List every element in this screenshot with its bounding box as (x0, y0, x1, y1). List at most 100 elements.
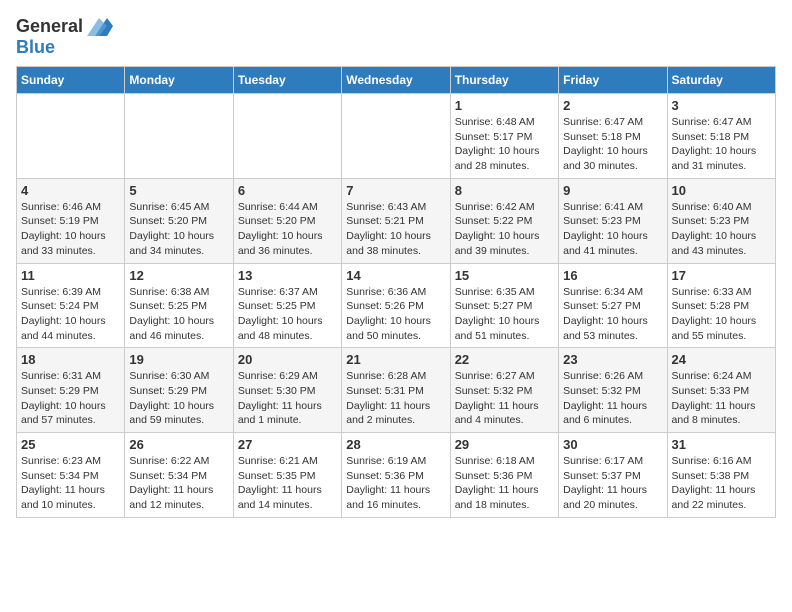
day-number: 27 (238, 437, 337, 452)
day-number: 26 (129, 437, 228, 452)
calendar-cell: 17 Sunrise: 6:33 AMSunset: 5:28 PMDayligh… (667, 263, 775, 348)
day-info: Sunrise: 6:44 AMSunset: 5:20 PMDaylight:… (238, 200, 337, 259)
weekday-header: Saturday (667, 67, 775, 94)
day-number: 7 (346, 183, 445, 198)
calendar-cell: 19 Sunrise: 6:30 AMSunset: 5:29 PMDayligh… (125, 348, 233, 433)
day-info: Sunrise: 6:24 AMSunset: 5:33 PMDaylight:… (672, 369, 771, 428)
day-info: Sunrise: 6:43 AMSunset: 5:21 PMDaylight:… (346, 200, 445, 259)
calendar-cell: 4 Sunrise: 6:46 AMSunset: 5:19 PMDaylight… (17, 178, 125, 263)
day-number: 20 (238, 352, 337, 367)
day-info: Sunrise: 6:16 AMSunset: 5:38 PMDaylight:… (672, 454, 771, 513)
calendar-cell: 2Sunrise: 6:47 AMSunset: 5:18 PMDaylight… (559, 94, 667, 179)
day-info: Sunrise: 6:42 AMSunset: 5:22 PMDaylight:… (455, 200, 554, 259)
day-number: 23 (563, 352, 662, 367)
calendar-cell: 25 Sunrise: 6:23 AMSunset: 5:34 PMDayligh… (17, 433, 125, 518)
day-info: Sunrise: 6:40 AMSunset: 5:23 PMDaylight:… (672, 200, 771, 259)
calendar-cell: 20 Sunrise: 6:29 AMSunset: 5:30 PMDayligh… (233, 348, 341, 433)
calendar-cell: 6 Sunrise: 6:44 AMSunset: 5:20 PMDaylight… (233, 178, 341, 263)
day-info: Sunrise: 6:23 AMSunset: 5:34 PMDaylight:… (21, 454, 120, 513)
logo-general-text: General (16, 16, 83, 37)
calendar-cell: 7 Sunrise: 6:43 AMSunset: 5:21 PMDaylight… (342, 178, 450, 263)
calendar-cell: 26Sunrise: 6:22 AMSunset: 5:34 PMDayligh… (125, 433, 233, 518)
logo: General Blue (16, 16, 113, 58)
calendar-cell: 10 Sunrise: 6:40 AMSunset: 5:23 PMDayligh… (667, 178, 775, 263)
day-number: 2 (563, 98, 662, 113)
calendar-cell (125, 94, 233, 179)
calendar-cell (17, 94, 125, 179)
logo-icon (87, 18, 113, 36)
calendar-cell: 11 Sunrise: 6:39 AMSunset: 5:24 PMDayligh… (17, 263, 125, 348)
calendar-cell: 27 Sunrise: 6:21 AMSunset: 5:35 PMDayligh… (233, 433, 341, 518)
calendar-cell: 31 Sunrise: 6:16 AMSunset: 5:38 PMDayligh… (667, 433, 775, 518)
calendar-cell: 14 Sunrise: 6:36 AMSunset: 5:26 PMDayligh… (342, 263, 450, 348)
day-info: Sunrise: 6:18 AMSunset: 5:36 PMDaylight:… (455, 454, 554, 513)
day-info: Sunrise: 6:29 AMSunset: 5:30 PMDaylight:… (238, 369, 337, 428)
day-number: 17 (672, 268, 771, 283)
calendar-cell (342, 94, 450, 179)
day-number: 12 (129, 268, 228, 283)
day-info: Sunrise: 6:37 AMSunset: 5:25 PMDaylight:… (238, 285, 337, 344)
day-number: 10 (672, 183, 771, 198)
day-info: Sunrise: 6:41 AMSunset: 5:23 PMDaylight:… (563, 200, 662, 259)
weekday-header: Monday (125, 67, 233, 94)
day-info: Sunrise: 6:31 AMSunset: 5:29 PMDaylight:… (21, 369, 120, 428)
day-number: 6 (238, 183, 337, 198)
calendar-cell (233, 94, 341, 179)
day-info: Sunrise: 6:36 AMSunset: 5:26 PMDaylight:… (346, 285, 445, 344)
weekday-header: Tuesday (233, 67, 341, 94)
calendar-cell: 30 Sunrise: 6:17 AMSunset: 5:37 PMDayligh… (559, 433, 667, 518)
day-number: 11 (21, 268, 120, 283)
day-number: 9 (563, 183, 662, 198)
day-number: 13 (238, 268, 337, 283)
day-number: 14 (346, 268, 445, 283)
day-number: 18 (21, 352, 120, 367)
day-info: Sunrise: 6:34 AMSunset: 5:27 PMDaylight:… (563, 285, 662, 344)
calendar-cell: 1 Sunrise: 6:48 AMSunset: 5:17 PMDaylight… (450, 94, 558, 179)
day-info: Sunrise: 6:28 AMSunset: 5:31 PMDaylight:… (346, 369, 445, 428)
day-number: 1 (455, 98, 554, 113)
day-number: 19 (129, 352, 228, 367)
day-number: 3 (672, 98, 771, 113)
calendar-cell: 18 Sunrise: 6:31 AMSunset: 5:29 PMDayligh… (17, 348, 125, 433)
day-number: 22 (455, 352, 554, 367)
day-info: Sunrise: 6:19 AMSunset: 5:36 PMDaylight:… (346, 454, 445, 513)
day-info: Sunrise: 6:30 AMSunset: 5:29 PMDaylight:… (129, 369, 228, 428)
day-info: Sunrise: 6:35 AMSunset: 5:27 PMDaylight:… (455, 285, 554, 344)
day-info: Sunrise: 6:17 AMSunset: 5:37 PMDaylight:… (563, 454, 662, 513)
day-info: Sunrise: 6:45 AMSunset: 5:20 PMDaylight:… (129, 200, 228, 259)
day-number: 4 (21, 183, 120, 198)
day-number: 31 (672, 437, 771, 452)
calendar-cell: 12 Sunrise: 6:38 AMSunset: 5:25 PMDayligh… (125, 263, 233, 348)
calendar-cell: 3 Sunrise: 6:47 AMSunset: 5:18 PMDaylight… (667, 94, 775, 179)
day-number: 25 (21, 437, 120, 452)
calendar-cell: 24 Sunrise: 6:24 AMSunset: 5:33 PMDayligh… (667, 348, 775, 433)
day-number: 8 (455, 183, 554, 198)
day-number: 16 (563, 268, 662, 283)
day-number: 5 (129, 183, 228, 198)
day-info: Sunrise: 6:39 AMSunset: 5:24 PMDaylight:… (21, 285, 120, 344)
weekday-header: Thursday (450, 67, 558, 94)
day-info: Sunrise: 6:33 AMSunset: 5:28 PMDaylight:… (672, 285, 771, 344)
calendar-cell: 22 Sunrise: 6:27 AMSunset: 5:32 PMDayligh… (450, 348, 558, 433)
day-number: 30 (563, 437, 662, 452)
day-info: Sunrise: 6:48 AMSunset: 5:17 PMDaylight:… (455, 115, 554, 174)
day-info: Sunrise: 6:38 AMSunset: 5:25 PMDaylight:… (129, 285, 228, 344)
day-info: Sunrise: 6:26 AMSunset: 5:32 PMDaylight:… (563, 369, 662, 428)
day-number: 15 (455, 268, 554, 283)
day-number: 24 (672, 352, 771, 367)
day-info: Sunrise: 6:21 AMSunset: 5:35 PMDaylight:… (238, 454, 337, 513)
weekday-header: Wednesday (342, 67, 450, 94)
calendar-cell: 5 Sunrise: 6:45 AMSunset: 5:20 PMDaylight… (125, 178, 233, 263)
day-info: Sunrise: 6:27 AMSunset: 5:32 PMDaylight:… (455, 369, 554, 428)
logo-blue-text: Blue (16, 37, 55, 57)
weekday-header: Friday (559, 67, 667, 94)
calendar-header: SundayMondayTuesdayWednesdayThursdayFrid… (17, 67, 776, 94)
calendar-cell: 29Sunrise: 6:18 AMSunset: 5:36 PMDayligh… (450, 433, 558, 518)
day-number: 28 (346, 437, 445, 452)
day-info: Sunrise: 6:47 AMSunset: 5:18 PMDaylight:… (672, 115, 771, 174)
day-info: Sunrise: 6:46 AMSunset: 5:19 PMDaylight:… (21, 200, 120, 259)
calendar-cell: 9 Sunrise: 6:41 AMSunset: 5:23 PMDaylight… (559, 178, 667, 263)
calendar-cell: 21Sunrise: 6:28 AMSunset: 5:31 PMDayligh… (342, 348, 450, 433)
calendar-cell: 28 Sunrise: 6:19 AMSunset: 5:36 PMDayligh… (342, 433, 450, 518)
calendar-cell: 15 Sunrise: 6:35 AMSunset: 5:27 PMDayligh… (450, 263, 558, 348)
